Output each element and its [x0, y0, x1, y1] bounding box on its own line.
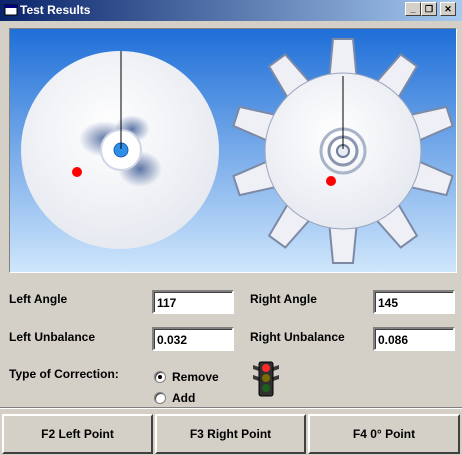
correction-type-label: Type of Correction:: [9, 367, 119, 381]
radio-add-button[interactable]: [154, 392, 166, 404]
restore-button[interactable]: ❐: [421, 2, 437, 16]
right-angle-field[interactable]: 145: [373, 290, 455, 314]
minimize-button[interactable]: _: [405, 2, 421, 16]
separator: [0, 407, 462, 409]
left-angle-field[interactable]: 117: [152, 290, 234, 314]
left-unbalance-field[interactable]: 0.032: [152, 327, 234, 351]
rotor-illustration: [9, 28, 457, 273]
window-title: Test Results: [20, 3, 91, 17]
test-results-window: Test Results _ ❐ ✕ Left Angle 117 Right …: [0, 0, 462, 455]
left-point-button[interactable]: F2 Left Point: [2, 414, 153, 454]
right-unbalance-field[interactable]: 0.086: [373, 327, 455, 351]
left-disc: [21, 51, 219, 249]
radio-add-label[interactable]: Add: [172, 391, 195, 405]
right-angle-label: Right Angle: [250, 292, 317, 306]
radio-remove-label[interactable]: Remove: [172, 370, 219, 384]
right-unbalance-label: Right Unbalance: [250, 330, 345, 344]
left-angle-label: Left Angle: [9, 292, 68, 306]
traffic-light-icon: [253, 361, 279, 397]
close-button[interactable]: ✕: [440, 2, 456, 16]
right-unbalance-marker: [326, 176, 336, 186]
title-bar[interactable]: Test Results _ ❐ ✕: [0, 0, 462, 21]
left-unbalance-marker: [72, 167, 82, 177]
left-unbalance-label: Left Unbalance: [9, 330, 96, 344]
app-icon: [4, 4, 18, 16]
radio-remove-button[interactable]: [154, 371, 166, 383]
right-point-button[interactable]: F3 Right Point: [155, 414, 306, 454]
zero-point-button[interactable]: F4 0° Point: [308, 414, 460, 454]
